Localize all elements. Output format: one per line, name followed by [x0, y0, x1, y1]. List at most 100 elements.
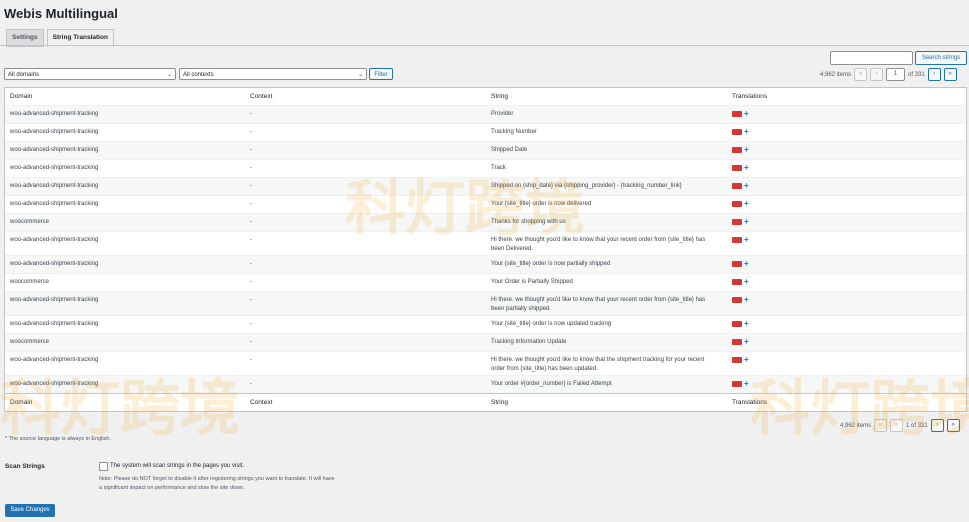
row-string: Thanks for shopping with us	[491, 219, 566, 225]
tab-divider	[0, 45, 969, 46]
table-header: Domain Context String Translations	[5, 88, 966, 105]
next-page-button-bottom[interactable]: ›	[930, 419, 944, 432]
flag-icon[interactable]	[732, 147, 742, 153]
add-translation-icon[interactable]: +	[744, 260, 749, 268]
row-translations: +	[732, 236, 749, 246]
row-context: -	[250, 165, 252, 171]
row-translations: +	[732, 182, 749, 192]
row-domain: woo-advanced-shipment-tracking	[10, 147, 99, 153]
row-string: Your {site_title} order is now delivered	[491, 201, 592, 207]
row-translations: +	[732, 128, 749, 138]
filter-button[interactable]: Filter	[369, 68, 393, 80]
flag-icon[interactable]	[732, 165, 742, 171]
row-translations: +	[732, 164, 749, 174]
search-input[interactable]	[830, 51, 913, 65]
row-translations: +	[732, 278, 749, 288]
row-domain: woo-advanced-shipment-tracking	[10, 183, 99, 189]
row-translations: +	[732, 218, 749, 228]
add-translation-icon[interactable]: +	[744, 320, 749, 328]
flag-icon[interactable]	[732, 219, 742, 225]
current-page-input[interactable]: 1	[886, 68, 906, 81]
flag-icon[interactable]	[732, 321, 742, 327]
add-translation-icon[interactable]: +	[744, 218, 749, 226]
first-page-button-bottom[interactable]: «	[874, 419, 888, 432]
flag-icon[interactable]	[732, 357, 742, 363]
source-language-note: * The source language is always in Engli…	[5, 436, 111, 442]
flag-icon[interactable]	[732, 297, 742, 303]
add-translation-icon[interactable]: +	[744, 278, 749, 286]
pagination-top: 4,962 items « ‹ 1 of 331 › »	[820, 68, 957, 81]
row-string: Shipped on {ship_date} via {shipping_pro…	[491, 183, 682, 189]
flag-icon[interactable]	[732, 261, 742, 267]
column-header-domain[interactable]: Domain	[10, 92, 32, 101]
add-translation-icon[interactable]: +	[744, 296, 749, 304]
prev-page-button[interactable]: ‹	[870, 68, 884, 81]
row-context: -	[250, 129, 252, 135]
column-footer-string[interactable]: String	[491, 398, 716, 407]
row-string: Provider	[491, 111, 514, 117]
row-context: -	[250, 339, 252, 345]
flag-icon[interactable]	[732, 237, 742, 243]
chevron-down-icon: ⌄	[357, 72, 363, 78]
last-page-button-bottom[interactable]: »	[946, 419, 960, 432]
table-row: woo-advanced-shipment-tracking - Hi there.…	[5, 291, 966, 315]
context-select[interactable]: All contexts ⌄	[179, 68, 367, 80]
row-domain: woo-advanced-shipment-tracking	[10, 165, 99, 171]
add-translation-icon[interactable]: +	[744, 236, 749, 244]
add-translation-icon[interactable]: +	[744, 200, 749, 208]
column-footer-context[interactable]: Context	[250, 398, 272, 407]
row-domain: woo-advanced-shipment-tracking	[10, 357, 99, 363]
add-translation-icon[interactable]: +	[744, 164, 749, 172]
column-footer-domain[interactable]: Domain	[10, 398, 32, 407]
table-row: woo-advanced-shipment-tracking - Your orde…	[5, 375, 966, 393]
add-translation-icon[interactable]: +	[744, 356, 749, 364]
add-translation-icon[interactable]: +	[744, 110, 749, 118]
next-page-button[interactable]: ›	[927, 68, 941, 81]
row-string: Your Order is Partially Shipped	[491, 279, 573, 285]
flag-icon[interactable]	[732, 183, 742, 189]
context-select-value: All contexts	[183, 72, 214, 78]
flag-icon[interactable]	[732, 279, 742, 285]
scan-strings-label: Scan Strings	[5, 463, 45, 470]
row-context: -	[250, 237, 252, 243]
row-context: -	[250, 201, 252, 207]
chevron-down-icon: ⌄	[166, 72, 172, 78]
table-footer: Domain Context String Translations	[5, 393, 966, 411]
last-page-button[interactable]: »	[943, 68, 957, 81]
save-changes-button[interactable]: Save Changes	[5, 504, 55, 517]
row-domain: woocommerce	[10, 339, 50, 345]
add-translation-icon[interactable]: +	[744, 380, 749, 388]
row-translations: +	[732, 320, 749, 330]
flag-icon[interactable]	[732, 111, 742, 117]
row-domain: woo-advanced-shipment-tracking	[10, 321, 99, 327]
flag-icon[interactable]	[732, 201, 742, 207]
row-string: Your {site_title} order is now partially…	[491, 261, 611, 267]
scan-strings-checkbox[interactable]	[99, 462, 108, 471]
row-domain: woo-advanced-shipment-tracking	[10, 297, 99, 303]
search-strings-button[interactable]: Search strings	[915, 51, 967, 65]
column-header-string[interactable]: String	[491, 92, 716, 101]
flag-icon[interactable]	[732, 381, 742, 387]
pagination-bottom: 4,962 items « ‹ 1 of 331 › »	[840, 419, 960, 432]
table-row: woo-advanced-shipment-tracking - Your {sit…	[5, 195, 966, 213]
total-pages: of 331	[908, 71, 925, 78]
row-domain: woo-advanced-shipment-tracking	[10, 237, 99, 243]
row-domain: woo-advanced-shipment-tracking	[10, 261, 99, 267]
add-translation-icon[interactable]: +	[744, 182, 749, 190]
flag-icon[interactable]	[732, 339, 742, 345]
first-page-button[interactable]: «	[854, 68, 868, 81]
page-indicator-bottom: 1 of 331	[906, 422, 928, 429]
add-translation-icon[interactable]: +	[744, 146, 749, 154]
prev-page-button-bottom[interactable]: ‹	[890, 419, 904, 432]
add-translation-icon[interactable]: +	[744, 338, 749, 346]
flag-icon[interactable]	[732, 129, 742, 135]
domain-select[interactable]: All domains ⌄	[4, 68, 176, 80]
row-domain: woocommerce	[10, 219, 50, 225]
row-translations: +	[732, 338, 749, 348]
column-header-translations: Translations	[732, 93, 768, 100]
scan-strings-description: The system will scan strings in the page…	[110, 463, 245, 469]
column-header-context[interactable]: Context	[250, 92, 272, 101]
items-count: 4,962 items	[820, 71, 852, 78]
add-translation-icon[interactable]: +	[744, 128, 749, 136]
table-row: woo-advanced-shipment-tracking - Provider +	[5, 105, 966, 123]
